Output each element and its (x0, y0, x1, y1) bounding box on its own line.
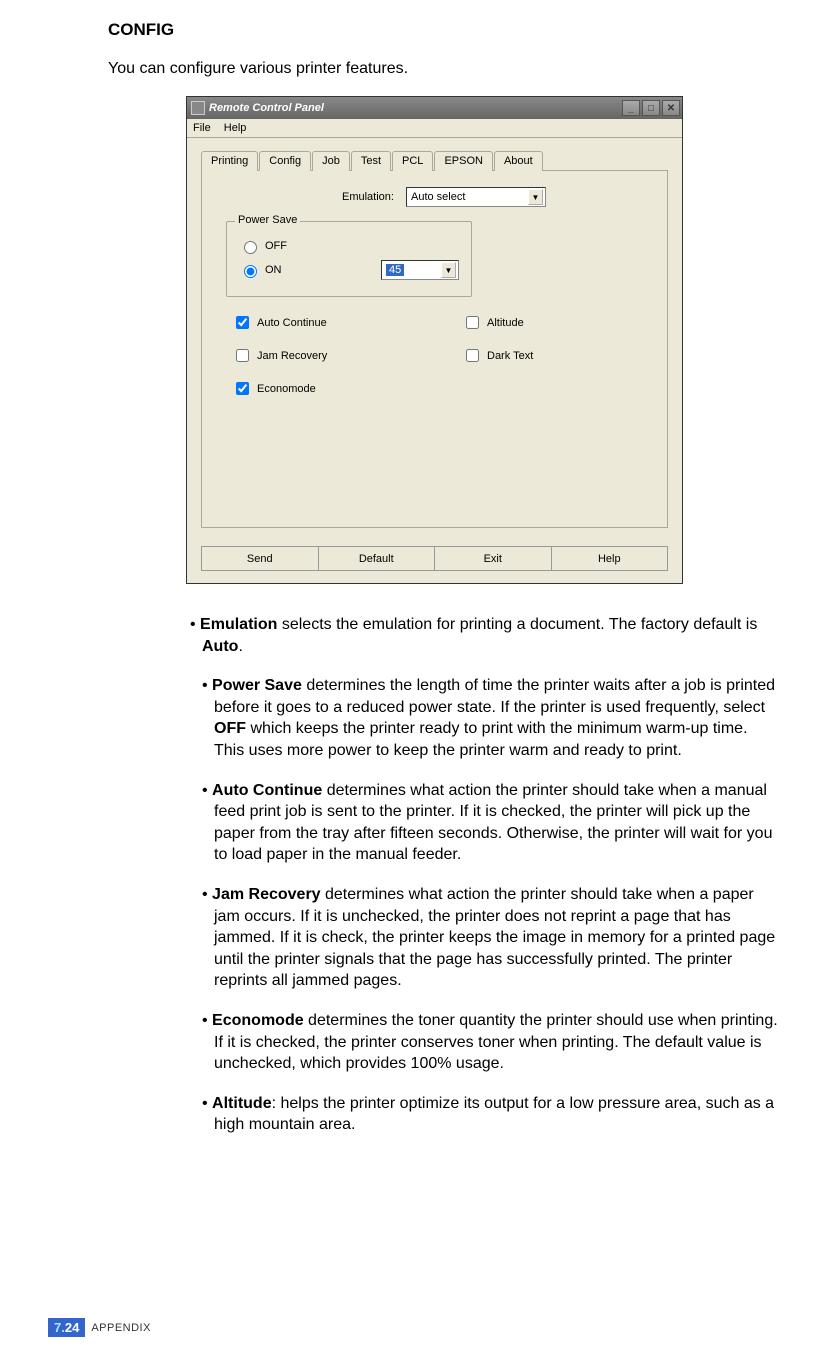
auto-continue-checkbox[interactable] (236, 316, 249, 329)
bullet-economode: • Economode determines the toner quantit… (202, 1010, 779, 1075)
tab-content: Emulation: Auto select ▼ Power Save OFF (201, 171, 668, 528)
tab-job[interactable]: Job (312, 151, 350, 171)
minimize-icon[interactable]: _ (622, 100, 640, 116)
power-save-time-dropdown[interactable]: 45 ▼ (381, 260, 459, 280)
titlebar: Remote Control Panel _ □ ✕ (187, 97, 682, 119)
chevron-down-icon: ▼ (528, 189, 543, 205)
default-button[interactable]: Default (319, 546, 436, 571)
exit-button[interactable]: Exit (435, 546, 552, 571)
power-save-off-label: OFF (265, 240, 287, 252)
menu-file[interactable]: File (193, 122, 211, 134)
auto-continue-label: Auto Continue (257, 317, 327, 329)
power-save-on-radio[interactable] (244, 265, 257, 278)
bullet-list: • Emulation selects the emulation for pr… (202, 614, 779, 1136)
section-heading: CONFIG (108, 20, 779, 40)
bullet-jam-recovery: • Jam Recovery determines what action th… (202, 884, 779, 992)
economode-checkbox[interactable] (236, 382, 249, 395)
emulation-dropdown[interactable]: Auto select ▼ (406, 187, 546, 207)
dark-text-label: Dark Text (487, 350, 533, 362)
jam-recovery-label: Jam Recovery (257, 350, 327, 362)
help-button[interactable]: Help (552, 546, 669, 571)
section-label: APPENDIX (91, 1322, 151, 1334)
send-button[interactable]: Send (201, 546, 319, 571)
menu-help[interactable]: Help (224, 122, 247, 134)
power-save-off-radio[interactable] (244, 241, 257, 254)
power-save-value: 45 (386, 264, 404, 276)
tab-config[interactable]: Config (259, 151, 311, 171)
tab-pcl[interactable]: PCL (392, 151, 433, 171)
bullet-power-save: • Power Save determines the length of ti… (202, 675, 779, 761)
page-footer: 7.24 APPENDIX (48, 1318, 151, 1337)
intro-text: You can configure various printer featur… (108, 60, 779, 78)
close-icon[interactable]: ✕ (662, 100, 680, 116)
altitude-checkbox[interactable] (466, 316, 479, 329)
tab-epson[interactable]: EPSON (434, 151, 493, 171)
emulation-label: Emulation: (342, 191, 394, 203)
dark-text-checkbox[interactable] (466, 349, 479, 362)
chevron-down-icon: ▼ (441, 262, 456, 278)
bullet-emulation: • Emulation selects the emulation for pr… (202, 614, 779, 657)
bullet-altitude: • Altitude: helps the printer optimize i… (202, 1093, 779, 1136)
emulation-value: Auto select (411, 191, 465, 203)
power-save-label: Power Save (235, 214, 300, 226)
jam-recovery-checkbox[interactable] (236, 349, 249, 362)
bullet-auto-continue: • Auto Continue determines what action t… (202, 780, 779, 866)
page-number: 7.24 (48, 1318, 85, 1337)
tab-about[interactable]: About (494, 151, 543, 171)
menubar: File Help (187, 119, 682, 138)
maximize-icon[interactable]: □ (642, 100, 660, 116)
power-save-group: Power Save OFF ON 45 ▼ (226, 221, 472, 297)
app-window: Remote Control Panel _ □ ✕ File Help Pri… (186, 96, 683, 584)
altitude-label: Altitude (487, 317, 524, 329)
window-title: Remote Control Panel (209, 102, 622, 114)
app-icon (191, 101, 205, 115)
tab-test[interactable]: Test (351, 151, 391, 171)
economode-label: Economode (257, 383, 316, 395)
power-save-on-label: ON (265, 264, 282, 276)
tab-bar: Printing Config Job Test PCL EPSON About (201, 150, 668, 171)
tab-printing[interactable]: Printing (201, 151, 258, 171)
